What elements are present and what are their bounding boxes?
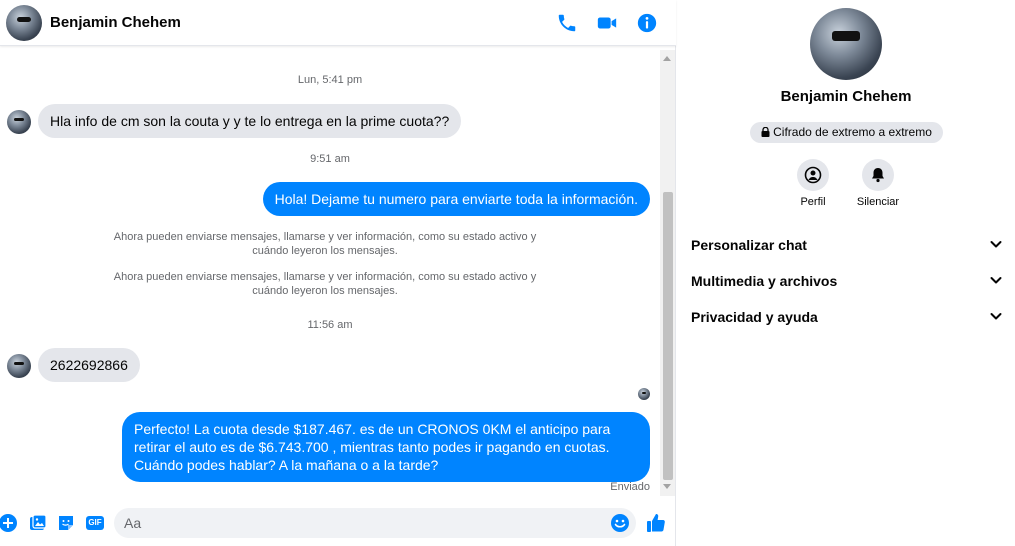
gif-icon[interactable]: GIF xyxy=(85,513,105,533)
section-label: Privacidad y ayuda xyxy=(691,309,818,325)
message-list[interactable]: Lun, 5:41 pm Hla info de cm son la couta… xyxy=(0,50,660,496)
contact-avatar[interactable] xyxy=(6,5,42,41)
incoming-message[interactable]: 2622692866 xyxy=(38,348,140,382)
phone-icon[interactable] xyxy=(556,12,578,34)
contact-name[interactable]: Benjamin Chehem xyxy=(50,14,181,31)
sender-avatar[interactable] xyxy=(7,354,31,378)
chevron-down-icon xyxy=(990,277,1002,284)
contact-avatar-large[interactable] xyxy=(810,8,882,80)
like-icon[interactable] xyxy=(645,512,667,534)
profile-button[interactable]: Perfil xyxy=(778,159,848,208)
seen-indicator-avatar xyxy=(638,388,650,400)
timestamp: 11:56 am xyxy=(307,319,353,331)
encryption-badge[interactable]: Cifrado de extremo a extremo xyxy=(750,122,943,143)
sender-avatar[interactable] xyxy=(7,110,31,134)
incoming-message[interactable]: Hla info de cm son la couta y y te lo en… xyxy=(38,104,462,138)
message-composer: GIF xyxy=(0,500,676,546)
section-label: Multimedia y archivos xyxy=(691,273,838,289)
mute-label: Silenciar xyxy=(856,196,900,208)
emoji-icon[interactable] xyxy=(610,513,630,533)
message-input-box[interactable] xyxy=(114,508,636,538)
outgoing-message[interactable]: Hola! Dejame tu numero para enviarte tod… xyxy=(262,182,650,216)
outgoing-message[interactable]: Perfecto! La cuota desde $187.467. es de… xyxy=(122,412,650,482)
sticker-icon[interactable] xyxy=(56,513,76,533)
section-label: Personalizar chat xyxy=(691,237,807,253)
scrollbar-thumb[interactable] xyxy=(663,192,673,480)
bell-icon[interactable] xyxy=(862,159,894,191)
info-icon[interactable] xyxy=(636,12,658,34)
scroll-up-arrow[interactable] xyxy=(663,56,671,61)
encryption-label: Cifrado de extremo a extremo xyxy=(773,125,932,139)
system-note: Ahora pueden enviarse mensajes, llamarse… xyxy=(113,231,537,257)
image-icon[interactable] xyxy=(28,513,48,533)
lock-icon xyxy=(761,123,770,144)
chat-header: Benjamin Chehem xyxy=(0,0,676,46)
timestamp: 9:51 am xyxy=(310,153,350,165)
scrollbar[interactable] xyxy=(660,50,675,496)
section-customize-chat[interactable]: Personalizar chat xyxy=(691,233,1003,257)
contact-name-large: Benjamin Chehem xyxy=(780,88,912,105)
profile-icon[interactable] xyxy=(797,159,829,191)
message-input[interactable] xyxy=(124,508,604,538)
conversation-info-panel: Benjamin Chehem Cifrado de extremo a ext… xyxy=(677,0,1015,546)
plus-icon[interactable] xyxy=(0,513,18,533)
video-camera-icon[interactable] xyxy=(596,12,618,34)
delivery-status: Enviado xyxy=(610,481,650,493)
mute-button[interactable]: Silenciar xyxy=(843,159,913,208)
scroll-down-arrow[interactable] xyxy=(663,484,671,489)
section-media-files[interactable]: Multimedia y archivos xyxy=(691,269,1003,293)
profile-label: Perfil xyxy=(800,196,826,208)
gif-label: GIF xyxy=(88,518,102,527)
chevron-down-icon xyxy=(990,313,1002,320)
section-privacy-help[interactable]: Privacidad y ayuda xyxy=(691,305,1003,329)
chat-pane: Benjamin Chehem Lun, 5:41 pm Hla info de… xyxy=(0,0,676,546)
timestamp: Lun, 5:41 pm xyxy=(297,74,363,86)
system-note: Ahora pueden enviarse mensajes, llamarse… xyxy=(113,271,537,297)
chevron-down-icon xyxy=(990,241,1002,248)
